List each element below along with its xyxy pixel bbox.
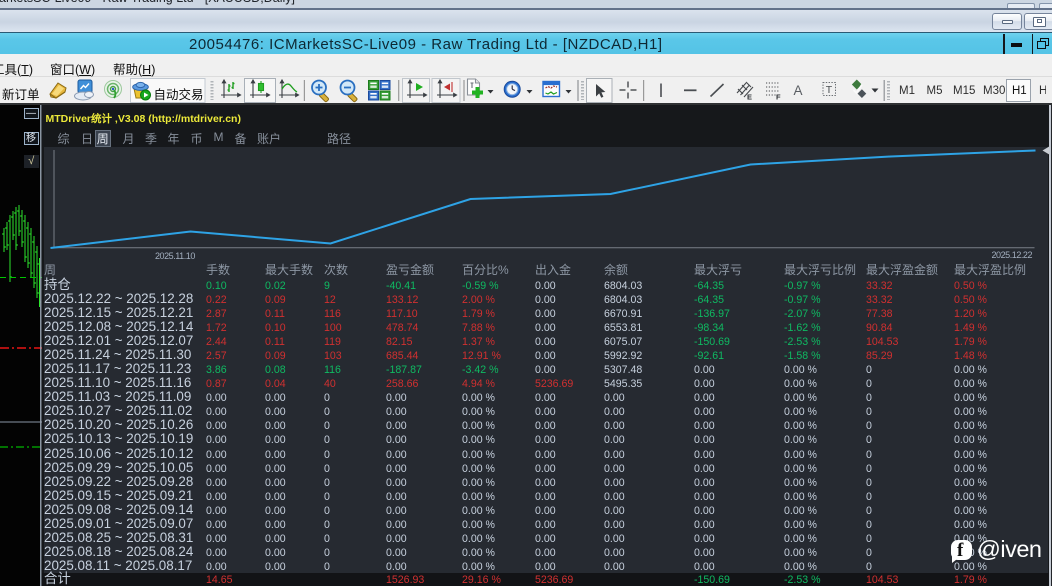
svg-text:F: F	[776, 93, 781, 102]
svg-text:T: T	[826, 84, 833, 96]
svg-text:A: A	[794, 83, 803, 98]
svg-text:E: E	[747, 93, 752, 102]
